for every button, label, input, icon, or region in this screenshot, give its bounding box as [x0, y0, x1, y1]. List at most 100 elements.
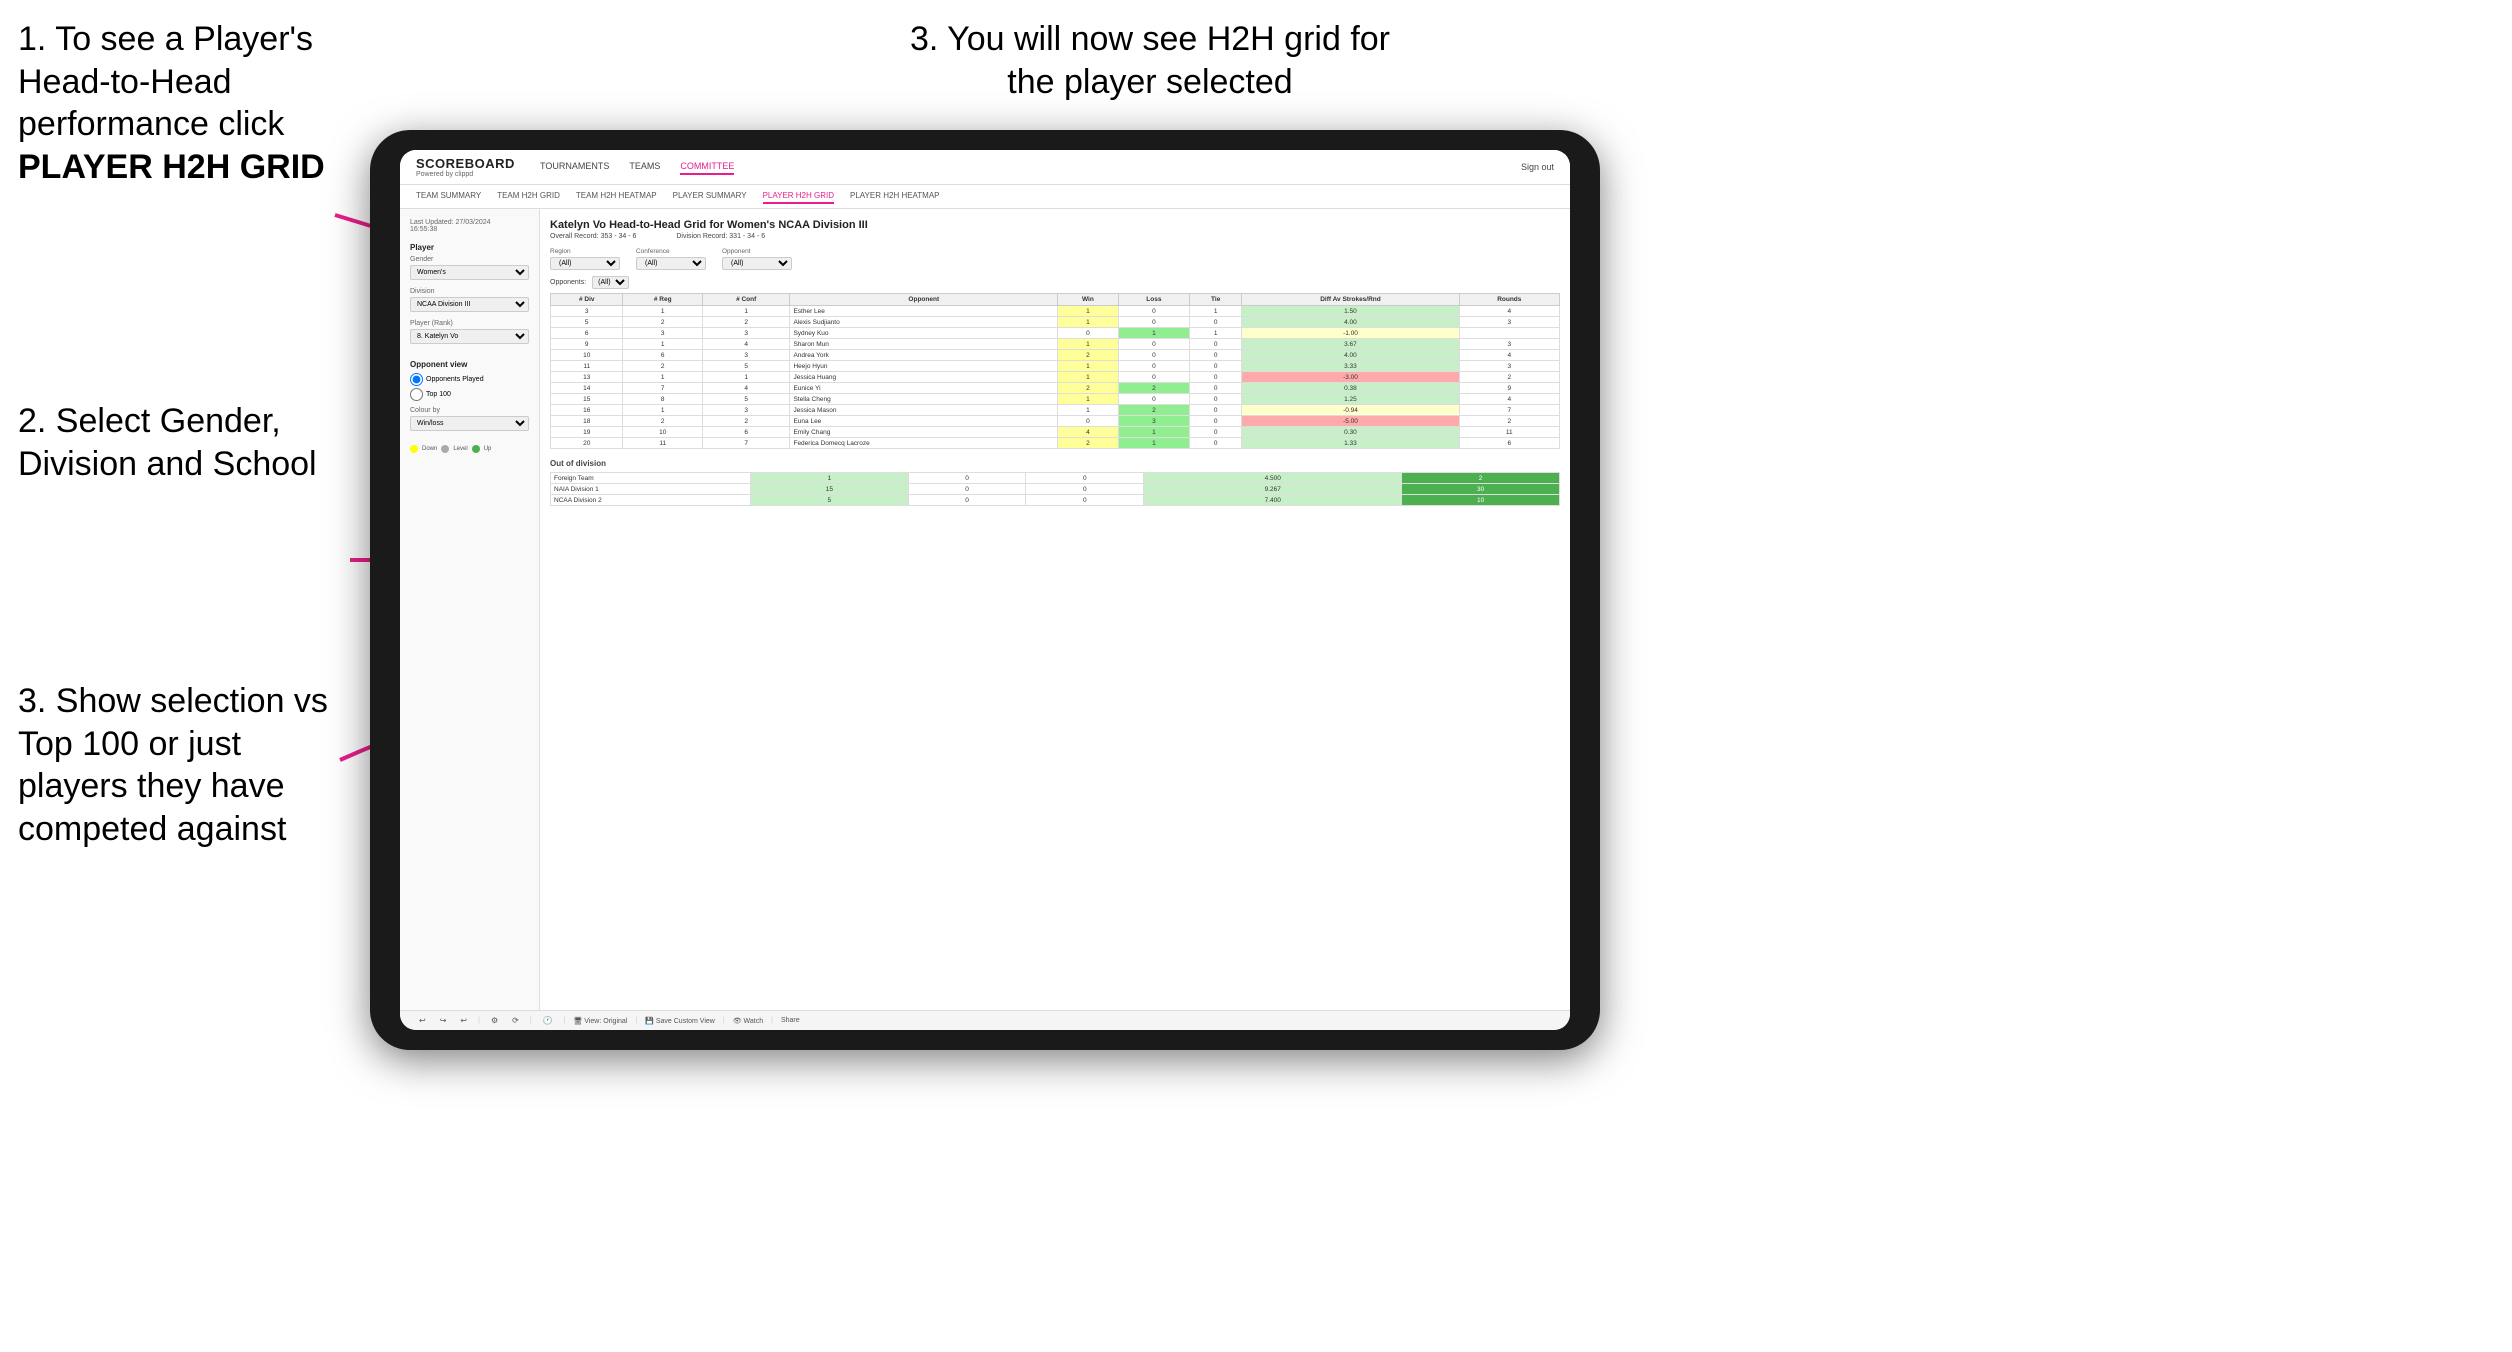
overall-record: Overall Record: 353 - 34 - 6: [550, 233, 636, 240]
table-row: 13 1 1 Jessica Huang 1 0 0 -3.00 2: [551, 372, 1560, 383]
instruction-3-right: 3. You will now see H2H grid for the pla…: [900, 18, 1400, 103]
player-rank-select[interactable]: 8. Katelyn Vo: [410, 329, 529, 344]
opponent-view-title: Opponent view: [410, 360, 529, 369]
table-row: 15 8 5 Stella Cheng 1 0 0 1.25 4: [551, 394, 1560, 405]
settings-button[interactable]: ⚙: [488, 1015, 501, 1026]
opponent-view-radio-group: Opponents Played Top 100: [410, 373, 529, 401]
app-header: SCOREBOARD Powered by clippd TOURNAMENTS…: [400, 150, 1570, 185]
refresh-button[interactable]: ⟳: [509, 1015, 522, 1026]
out-of-division-row: Foreign Team 1 0 0 4.500 2: [551, 473, 1560, 484]
sub-nav: TEAM SUMMARY TEAM H2H GRID TEAM H2H HEAT…: [400, 185, 1570, 209]
clock-button[interactable]: 🕐: [540, 1015, 556, 1026]
sub-nav-team-h2h-grid[interactable]: TEAM H2H GRID: [497, 189, 560, 204]
grid-subtitle: Overall Record: 353 - 34 - 6 Division Re…: [550, 233, 1560, 240]
save-custom-view-btn[interactable]: 💾 Save Custom View: [645, 1017, 715, 1025]
table-row: 5 2 2 Alexis Sudjianto 1 0 0 4.00 3: [551, 317, 1560, 328]
sub-nav-player-summary[interactable]: PLAYER SUMMARY: [673, 189, 747, 204]
colour-by-label: Colour by: [410, 407, 529, 414]
table-row: 18 2 2 Euna Lee 0 3 0 -5.00 2: [551, 416, 1560, 427]
legend-label-up: Up: [484, 446, 492, 452]
instruction-1: 1. To see a Player's Head-to-Head perfor…: [18, 18, 358, 188]
nav-committee[interactable]: COMMITTEE: [680, 159, 734, 175]
radio-top-100[interactable]: Top 100: [410, 388, 529, 401]
undo2-button[interactable]: ↪: [437, 1015, 450, 1026]
col-rounds: Rounds: [1459, 294, 1559, 306]
bottom-toolbar: ↩ ↪ ↩ | ⚙ ⟳ | 🕐 | 🖥 View: Original | 💾 S…: [400, 1010, 1570, 1030]
out-of-division-section: Out of division Foreign Team 1 0 0 4.500…: [550, 459, 1560, 506]
region-filter-select[interactable]: (All): [550, 257, 620, 270]
conference-filter-select[interactable]: (All): [636, 257, 706, 270]
out-of-division-title: Out of division: [550, 459, 1560, 468]
table-row: 16 1 3 Jessica Mason 1 2 0 -0.94 7: [551, 405, 1560, 416]
division-select[interactable]: NCAA Division III: [410, 297, 529, 312]
legend-dot-level: [441, 445, 449, 453]
nav-teams[interactable]: TEAMS: [629, 159, 660, 175]
out-of-division-table: Foreign Team 1 0 0 4.500 2 NAIA Division…: [550, 472, 1560, 506]
instruction-3-left: 3. Show selection vs Top 100 or just pla…: [18, 680, 338, 850]
last-updated: Last Updated: 27/03/2024 16:55:38: [410, 219, 529, 233]
table-row: 11 2 5 Heejo Hyun 1 0 0 3.33 3: [551, 361, 1560, 372]
main-nav: TOURNAMENTS TEAMS COMMITTEE: [540, 159, 1497, 175]
opponent-filter-label: Opponent: [722, 248, 792, 255]
region-filter-group: Region (All): [550, 248, 620, 270]
logo-sub: Powered by clippd: [416, 171, 516, 178]
player-rank-label: Player (Rank): [410, 320, 529, 327]
watch-button[interactable]: 👁 Watch: [733, 1017, 763, 1025]
share-button[interactable]: Share: [781, 1017, 800, 1024]
legend-dot-up: [472, 445, 480, 453]
colour-by-select[interactable]: Win/loss: [410, 416, 529, 431]
col-loss: Loss: [1118, 294, 1189, 306]
col-opponent: Opponent: [790, 294, 1058, 306]
nav-tournaments[interactable]: TOURNAMENTS: [540, 159, 609, 175]
left-panel: Last Updated: 27/03/2024 16:55:38 Player…: [400, 209, 540, 1010]
sub-nav-team-summary[interactable]: TEAM SUMMARY: [416, 189, 481, 204]
sub-nav-player-h2h-grid[interactable]: PLAYER H2H GRID: [763, 189, 834, 204]
col-reg: # Reg: [623, 294, 702, 306]
logo-area: SCOREBOARD Powered by clippd: [416, 156, 516, 178]
table-row: 20 11 7 Federica Domecq Lacroze 2 1 0 1.…: [551, 438, 1560, 449]
conference-filter-label: Conference: [636, 248, 706, 255]
h2h-table: # Div # Reg # Conf Opponent Win Loss Tie…: [550, 293, 1560, 449]
out-of-division-row: NCAA Division 2 5 0 0 7.400 10: [551, 495, 1560, 506]
instruction-3-right-text: 3. You will now see H2H grid for the pla…: [910, 20, 1390, 101]
gender-select[interactable]: Women's: [410, 265, 529, 280]
col-tie: Tie: [1190, 294, 1242, 306]
filter-row: Region (All) Conference (All) Opponent: [550, 248, 1560, 270]
colour-legend: Down Level Up: [410, 445, 529, 453]
redo-button[interactable]: ↩: [457, 1015, 470, 1026]
sub-nav-team-h2h-heatmap[interactable]: TEAM H2H HEATMAP: [576, 189, 657, 204]
opponent-filter-select[interactable]: (All): [722, 257, 792, 270]
legend-dot-down: [410, 445, 418, 453]
opponents-select[interactable]: (All): [592, 276, 629, 289]
table-row: 6 3 3 Sydney Kuo 0 1 1 -1.00: [551, 328, 1560, 339]
col-conf: # Conf: [702, 294, 790, 306]
instruction-2-text: 2. Select Gender, Division and School: [18, 402, 317, 483]
instruction-2: 2. Select Gender, Division and School: [18, 400, 338, 485]
sign-out-button[interactable]: Sign out: [1521, 162, 1554, 172]
instruction-1-text: 1. To see a Player's Head-to-Head perfor…: [18, 20, 313, 143]
view-original-btn[interactable]: 🖥 View: Original: [573, 1017, 627, 1025]
player-section-title: Player: [410, 243, 529, 252]
table-row: 19 10 6 Emily Chang 4 1 0 0.30 11: [551, 427, 1560, 438]
radio-opponents-played[interactable]: Opponents Played: [410, 373, 529, 386]
region-filter-label: Region: [550, 248, 620, 255]
legend-label-level: Level: [453, 446, 467, 452]
opponents-row: Opponents: (All): [550, 276, 1560, 289]
col-div: # Div: [551, 294, 623, 306]
table-row: 10 6 3 Andrea York 2 0 0 4.00 4: [551, 350, 1560, 361]
instruction-1-bold: PLAYER H2H GRID: [18, 148, 325, 186]
opponent-filter-group: Opponent (All): [722, 248, 792, 270]
col-diff: Diff Av Strokes/Rnd: [1242, 294, 1459, 306]
sub-nav-player-h2h-heatmap[interactable]: PLAYER H2H HEATMAP: [850, 189, 940, 204]
legend-label-down: Down: [422, 446, 437, 452]
conference-filter-group: Conference (All): [636, 248, 706, 270]
undo-button[interactable]: ↩: [416, 1015, 429, 1026]
tablet-device: SCOREBOARD Powered by clippd TOURNAMENTS…: [370, 130, 1600, 1050]
tablet-screen: SCOREBOARD Powered by clippd TOURNAMENTS…: [400, 150, 1570, 1030]
table-row: 9 1 4 Sharon Mun 1 0 0 3.67 3: [551, 339, 1560, 350]
grid-title: Katelyn Vo Head-to-Head Grid for Women's…: [550, 219, 1560, 231]
out-of-division-row: NAIA Division 1 15 0 0 9.267 30: [551, 484, 1560, 495]
table-row: 3 1 1 Esther Lee 1 0 1 1.50 4: [551, 306, 1560, 317]
division-record: Division Record: 331 - 34 - 6: [676, 233, 765, 240]
col-win: Win: [1058, 294, 1119, 306]
